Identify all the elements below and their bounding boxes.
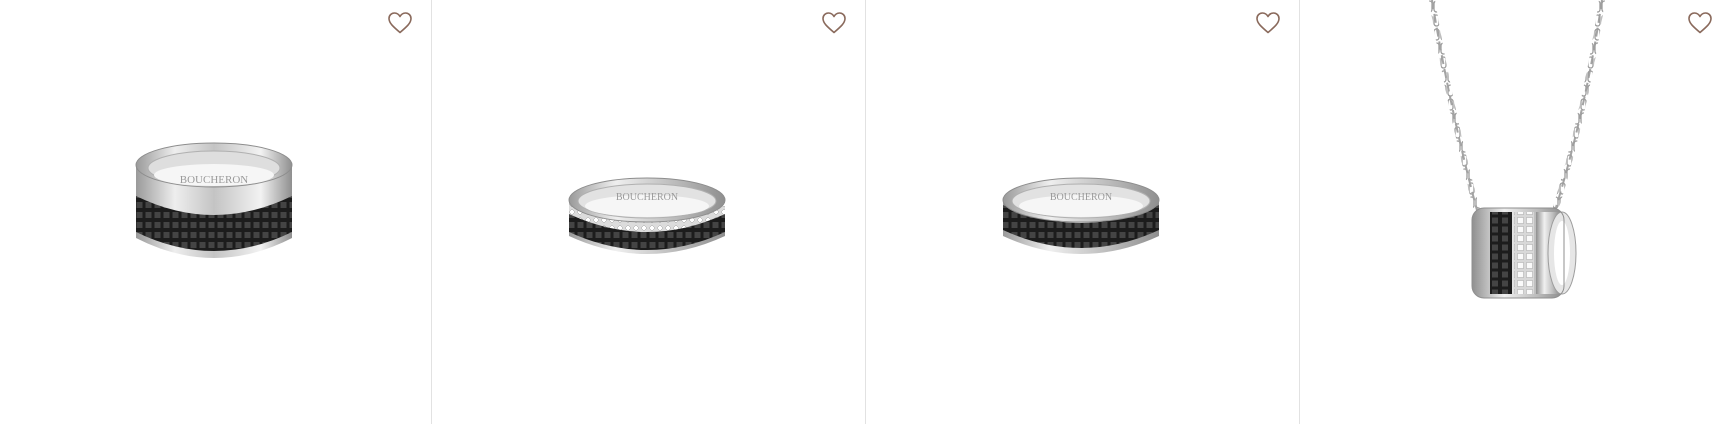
ring-diamond-pave-black-ceramic-icon[interactable]: BOUCHERON	[432, 0, 865, 424]
product-card[interactable]: BOUCHERON	[866, 0, 1300, 424]
product-card[interactable]: BOUCHERON	[432, 0, 866, 424]
ring-thin-black-ceramic-icon[interactable]: BOUCHERON	[866, 0, 1299, 424]
pendant-necklace-icon[interactable]	[1300, 0, 1731, 424]
product-grid: BOUCHERON BOUCHERON BOUCHERON	[0, 0, 1731, 424]
product-card[interactable]: BOUCHERON	[0, 0, 432, 424]
svg-text:BOUCHERON: BOUCHERON	[180, 174, 249, 186]
svg-text:BOUCHERON: BOUCHERON	[616, 192, 678, 203]
ring-wide-black-ceramic-icon[interactable]: BOUCHERON	[0, 0, 431, 424]
svg-text:BOUCHERON: BOUCHERON	[1050, 192, 1112, 203]
product-card[interactable]	[1300, 0, 1731, 424]
